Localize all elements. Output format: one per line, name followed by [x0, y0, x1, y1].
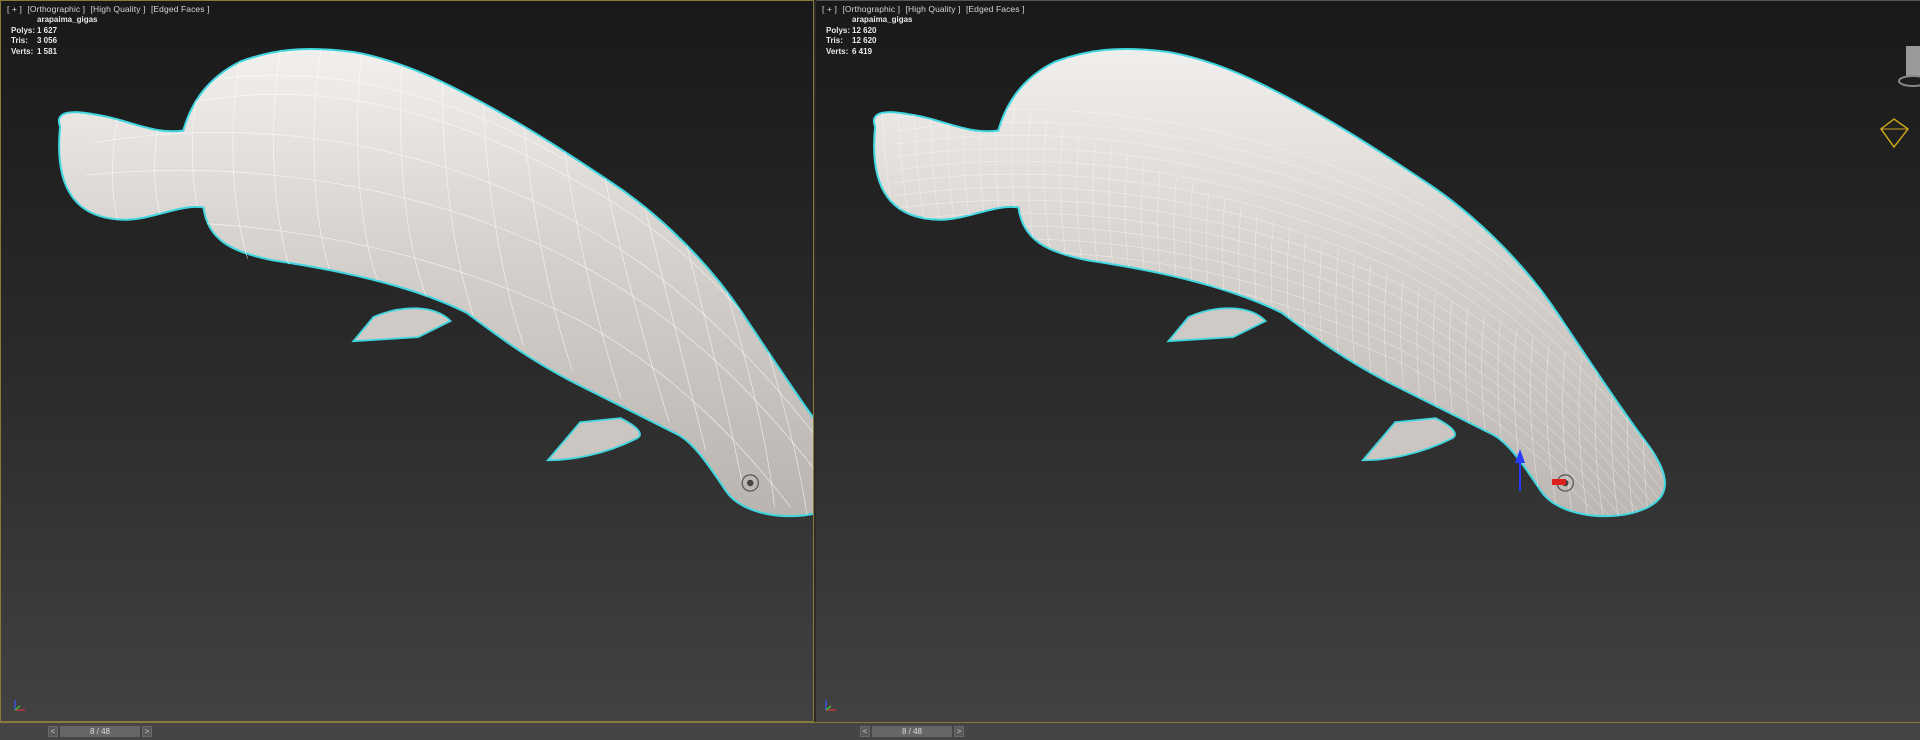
viewport-menu-plus[interactable]: [ + ]: [822, 4, 837, 14]
viewport-menu-shading[interactable]: [High Quality ]: [91, 4, 146, 14]
pager-left: < 8 / 48 >: [48, 726, 152, 737]
tris-value: 12 620: [852, 36, 877, 45]
axis-tripod-icon: [825, 700, 836, 711]
viewport-footer: < 8 / 48 > < 8 / 48 >: [0, 722, 1920, 740]
viewport-menu-plus[interactable]: [ + ]: [7, 4, 22, 14]
polys-label: Polys:: [11, 25, 36, 35]
stats-panel-left: arapaima_gigas Polys: 1 627 Tris: 3 056 Ve…: [11, 15, 97, 57]
pager-right: < 8 / 48 >: [860, 726, 964, 737]
next-page-button-left[interactable]: >: [142, 726, 152, 737]
polys-label: Polys:: [826, 25, 851, 35]
viewport-menu-edged-faces[interactable]: [Edged Faces ]: [151, 4, 210, 14]
verts-label: Verts:: [826, 46, 849, 56]
viewport-right[interactable]: [ + ] [Orthographic ] [High Quality ] [E…: [816, 0, 1920, 722]
pelvic-fin-right: [1360, 417, 1456, 462]
pelvic-fin-left: [545, 417, 641, 462]
prev-page-button-right[interactable]: <: [860, 726, 870, 737]
prev-page-button-left[interactable]: <: [48, 726, 58, 737]
viewport-menu-edged-faces[interactable]: [Edged Faces ]: [966, 4, 1025, 14]
fish-mesh-right[interactable]: [816, 1, 1920, 722]
camera-icon[interactable]: [1898, 46, 1920, 87]
fish-mesh-left[interactable]: [1, 1, 814, 722]
viewport-menu-shading[interactable]: [High Quality ]: [906, 4, 961, 14]
pectoral-fin-right: [1166, 307, 1268, 343]
stats-panel-right: arapaima_gigas Polys: 12 620 Tris: 12 620 …: [826, 15, 912, 57]
viewport-label-left[interactable]: [ + ] [Orthographic ] [High Quality ] [E…: [7, 4, 213, 14]
viewport-menu-view[interactable]: [Orthographic ]: [842, 4, 900, 14]
next-page-button-right[interactable]: >: [954, 726, 964, 737]
polys-value: 1 627: [37, 25, 58, 35]
axis-tripod-icon: [14, 700, 25, 711]
view-cube-icon[interactable]: [1879, 118, 1910, 149]
tris-value: 3 056: [37, 36, 58, 45]
page-indicator-right: 8 / 48: [872, 726, 952, 737]
page-indicator-left: 8 / 48: [60, 726, 140, 737]
viewport-menu-view[interactable]: [Orthographic ]: [27, 4, 85, 14]
pectoral-fin-left: [351, 307, 453, 343]
object-name: arapaima_gigas: [852, 15, 913, 24]
verts-value: 1 581: [37, 46, 58, 56]
viewport-label-right[interactable]: [ + ] [Orthographic ] [High Quality ] [E…: [822, 4, 1028, 14]
polys-value: 12 620: [852, 25, 877, 35]
viewport-left[interactable]: [ + ] [Orthographic ] [High Quality ] [E…: [0, 0, 814, 722]
tris-label: Tris:: [11, 36, 28, 45]
object-name: arapaima_gigas: [37, 15, 98, 24]
tris-label: Tris:: [826, 36, 843, 45]
verts-label: Verts:: [11, 46, 34, 56]
verts-value: 6 419: [852, 46, 873, 56]
